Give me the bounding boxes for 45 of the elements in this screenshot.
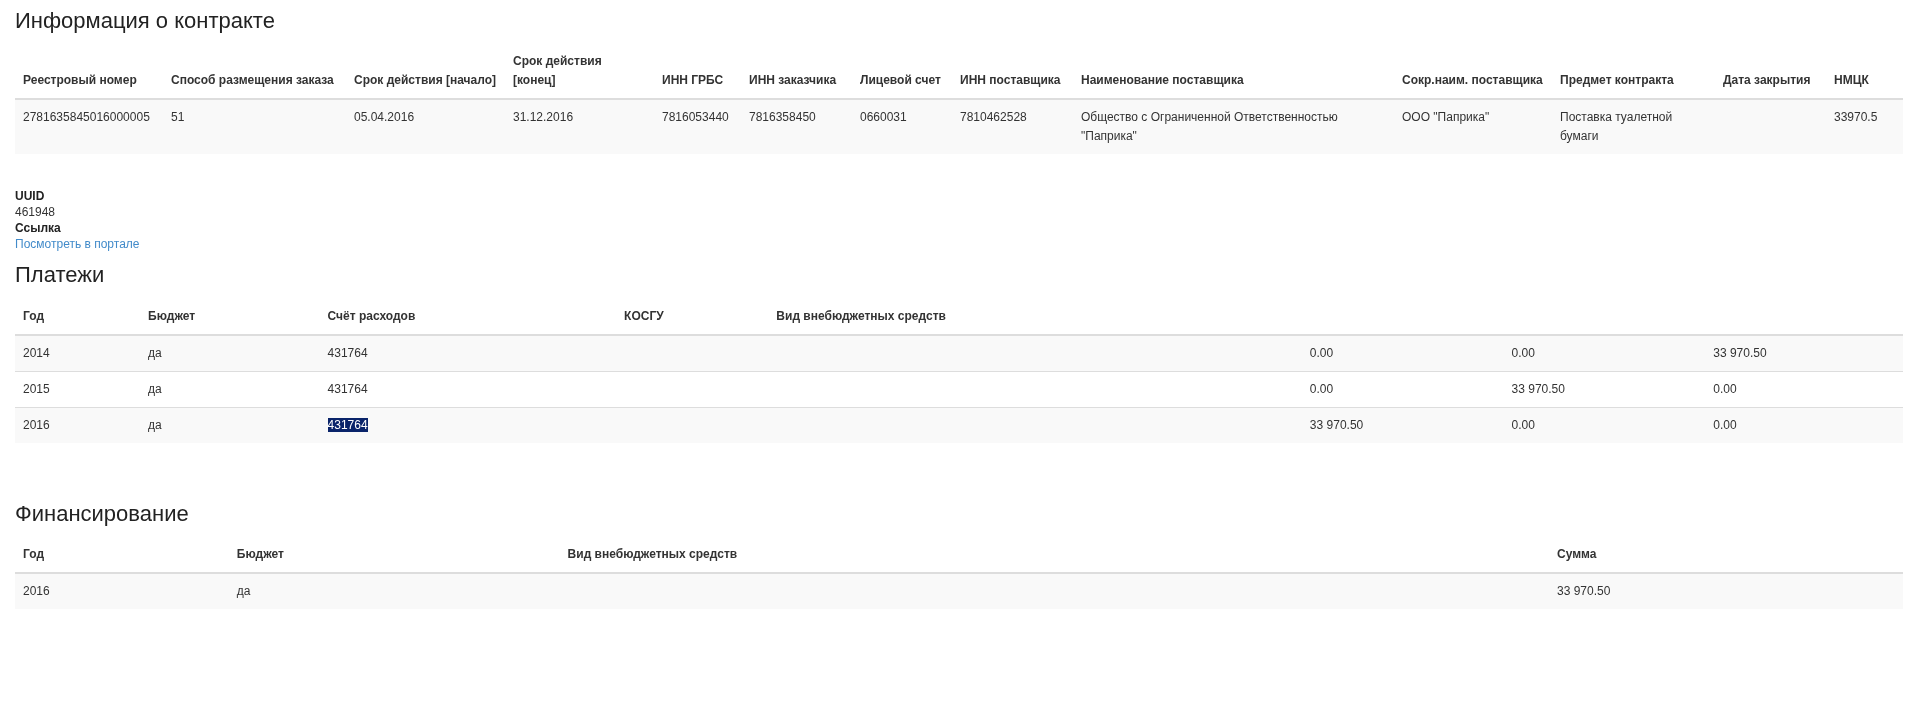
table-cell: да	[228, 573, 560, 610]
table-cell: 431764	[327, 417, 368, 432]
table-cell: 2781635845016000005	[15, 99, 163, 155]
table-cell: 431764	[327, 345, 368, 360]
table-cell: да	[140, 407, 320, 443]
table-cell: 431764	[327, 381, 368, 396]
table-cell: да	[140, 371, 320, 408]
column-header: Год	[15, 298, 141, 335]
table-cell: 0.00	[1705, 371, 1903, 408]
table-cell: 2014	[15, 334, 141, 372]
table-cell: 7816358450	[741, 99, 852, 155]
field-value: 461948	[15, 204, 57, 221]
table-cell: 0.00	[1503, 407, 1706, 443]
table-cell: да	[140, 334, 320, 372]
table-cell: 05.04.2016	[346, 99, 505, 155]
table-cell: ООО "Паприка"	[1394, 99, 1552, 155]
table-cell: 0.00	[1301, 334, 1504, 372]
table-cell: 7810462528	[952, 99, 1073, 155]
table-cell: 33 970.50	[1705, 334, 1903, 372]
table-cell: 0.00	[1301, 371, 1504, 408]
field-label: Ссылка	[15, 220, 62, 237]
table-cell: 0660031	[852, 99, 952, 155]
table-cell: 33 970.50	[1548, 573, 1903, 610]
table-cell: 33 970.50	[1503, 371, 1706, 408]
column-header: КОСГУ	[616, 298, 769, 335]
table-cell: Общество с Ограниченной Ответственностью "Паприка"	[1073, 99, 1394, 155]
portal-link[interactable]: Посмотреть в портале	[15, 236, 140, 253]
table-cell: 0.00	[1705, 407, 1903, 443]
column-header: Счёт расходов	[319, 298, 617, 335]
table-cell: 2016	[15, 573, 229, 610]
table-cell: 2016	[15, 407, 141, 443]
section-title: Платежи	[15, 262, 105, 288]
table-cell: 33970.5	[1826, 99, 1903, 155]
field-label: UUID	[15, 188, 46, 205]
column-header: Бюджет	[140, 298, 320, 335]
table-cell: 7816053440	[654, 99, 741, 155]
section-title: Информация о контракте	[15, 8, 276, 35]
section-title: Финансирование	[15, 500, 189, 526]
table-cell: 33 970.50	[1301, 407, 1504, 443]
table-cell: 51	[163, 99, 346, 155]
table-cell: 0.00	[1503, 334, 1706, 372]
table-cell: 31.12.2016	[505, 99, 654, 155]
table-cell: 2015	[15, 371, 141, 408]
table-cell: Поставка туалетной бумаги	[1552, 99, 1715, 155]
column-header: Вид внебюджетных средств	[768, 298, 1302, 335]
